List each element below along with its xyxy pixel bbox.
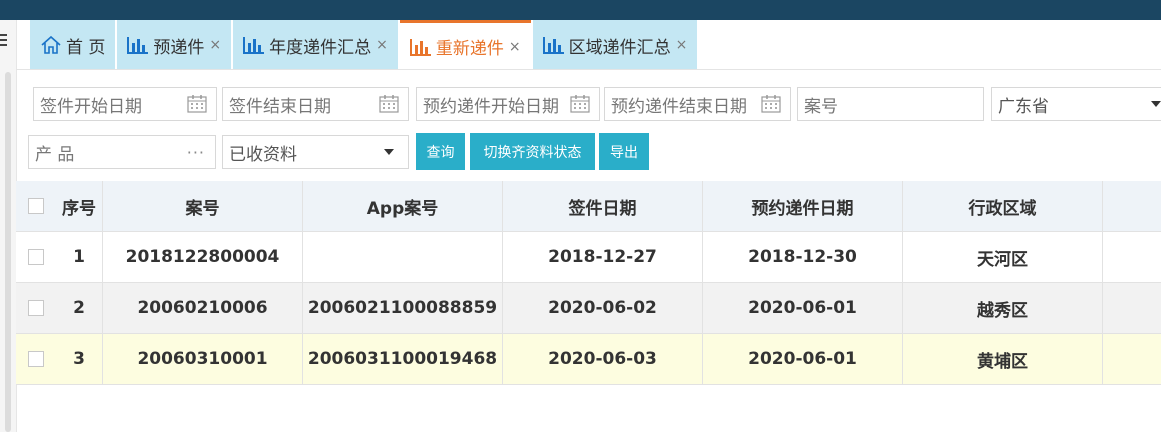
table-row[interactable]: 1 2018122800004 2018-12-27 2018-12-30 天河… [16,232,1161,283]
chevron-down-icon [384,149,394,155]
cell-sign-date: 2018-12-27 [503,232,703,282]
cell-overflow [1103,334,1161,384]
cell-district: 天河区 [903,232,1103,282]
menu-icon[interactable] [0,34,7,48]
bar-chart-icon [243,36,265,54]
more-icon[interactable]: ··· [187,143,205,162]
cell-sign-date: 2020-06-03 [503,334,703,384]
tab-pre-submission[interactable]: 预递件 × [117,20,232,70]
header-district[interactable]: 行政区域 [903,181,1103,231]
tab-label: 预递件 [153,37,205,58]
appointment-end-date-input[interactable]: 预约递件结束日期 [604,87,791,121]
product-picker[interactable]: 产 品 ··· [28,135,216,169]
row-select-cell [16,232,56,282]
select-all-checkbox[interactable] [28,198,44,214]
cell-app-case-no: 2006021100088859 [303,283,503,333]
placeholder-text: 案号 [804,96,838,117]
cell-index: 3 [56,334,103,384]
header-appointment-date[interactable]: 预约递件日期 [703,181,903,231]
close-icon[interactable]: × [209,37,221,53]
sign-end-date-input[interactable]: 签件结束日期 [222,87,409,121]
header-app-case-no[interactable]: App案号 [303,181,503,231]
material-status-select[interactable]: 已收资料 [222,135,409,169]
cell-case-no: 20060310001 [103,334,303,384]
cell-index: 2 [56,283,103,333]
cell-index: 1 [56,232,103,282]
cell-sign-date: 2020-06-02 [503,283,703,333]
calendar-icon[interactable] [186,94,208,114]
tab-label: 区域递件汇总 [568,37,671,58]
toggle-material-status-button[interactable]: 切换齐资料状态 [470,133,595,170]
selected-value: 广东省 [998,96,1049,117]
row-checkbox[interactable] [28,249,44,265]
sign-start-date-input[interactable]: 签件开始日期 [33,87,217,121]
placeholder-text: 预约递件开始日期 [423,96,559,117]
bar-chart-icon [409,38,432,56]
top-header-bar [0,0,1161,20]
calendar-icon[interactable] [378,94,400,114]
header-index[interactable]: 序号 [56,181,103,231]
cell-appointment-date: 2020-06-01 [703,334,903,384]
close-icon[interactable]: × [376,37,388,53]
chevron-down-icon [1151,101,1161,107]
query-button[interactable]: 查询 [416,133,465,170]
placeholder-text: 产 品 [35,144,75,165]
table-row[interactable]: 2 20060210006 2006021100088859 2020-06-0… [16,283,1161,334]
placeholder-text: 预约递件结束日期 [611,96,747,117]
tab-home[interactable]: 首 页 [30,20,116,70]
tab-label: 重新递件 [435,39,504,59]
tab-divider [16,69,1161,70]
calendar-icon[interactable] [569,94,591,114]
close-icon[interactable]: × [509,39,521,55]
cell-app-case-no [303,232,503,282]
row-checkbox[interactable] [28,351,44,367]
selected-value: 已收资料 [229,144,297,165]
tab-label: 首 页 [66,37,106,58]
table-header-row: 序号 案号 App案号 签件日期 预约递件日期 行政区域 [16,181,1161,232]
cell-appointment-date: 2018-12-30 [703,232,903,282]
cell-case-no: 2018122800004 [103,232,303,282]
calendar-icon[interactable] [760,94,782,114]
row-select-cell [16,283,56,333]
close-icon[interactable]: × [676,37,688,53]
header-overflow [1103,181,1161,231]
placeholder-text: 签件结束日期 [229,96,331,117]
tab-resubmission[interactable]: 重新递件 × [399,20,531,70]
header-case-no[interactable]: 案号 [103,181,303,231]
row-checkbox[interactable] [28,300,44,316]
cell-overflow [1103,283,1161,333]
row-select-cell [16,334,56,384]
cell-district: 越秀区 [903,283,1103,333]
cell-overflow [1103,232,1161,282]
tab-annual-summary[interactable]: 年度递件汇总 × [233,20,398,70]
table-row[interactable]: 3 20060310001 2006031100019468 2020-06-0… [16,334,1161,385]
case-number-input[interactable]: 案号 [797,87,984,121]
cell-app-case-no: 2006031100019468 [303,334,503,384]
cell-case-no: 20060210006 [103,283,303,333]
export-button[interactable]: 导出 [599,133,649,170]
sidebar-scrollbar[interactable] [5,72,11,432]
tab-regional-summary[interactable]: 区域递件汇总 × [532,20,698,70]
placeholder-text: 签件开始日期 [40,96,142,117]
select-all-cell [16,181,56,231]
cell-appointment-date: 2020-06-01 [703,283,903,333]
tab-bar: 首 页 预递件 × 年度递件汇总 × 重新递件 × 区域递件汇总 × [30,20,699,70]
header-sign-date[interactable]: 签件日期 [503,181,703,231]
cell-district: 黄埔区 [903,334,1103,384]
appointment-start-date-input[interactable]: 预约递件开始日期 [416,87,600,121]
bar-chart-icon [127,36,149,54]
bar-chart-icon [542,36,565,54]
tab-label: 年度递件汇总 [269,37,372,58]
province-select[interactable]: 广东省 [991,87,1161,121]
home-icon [40,35,62,55]
